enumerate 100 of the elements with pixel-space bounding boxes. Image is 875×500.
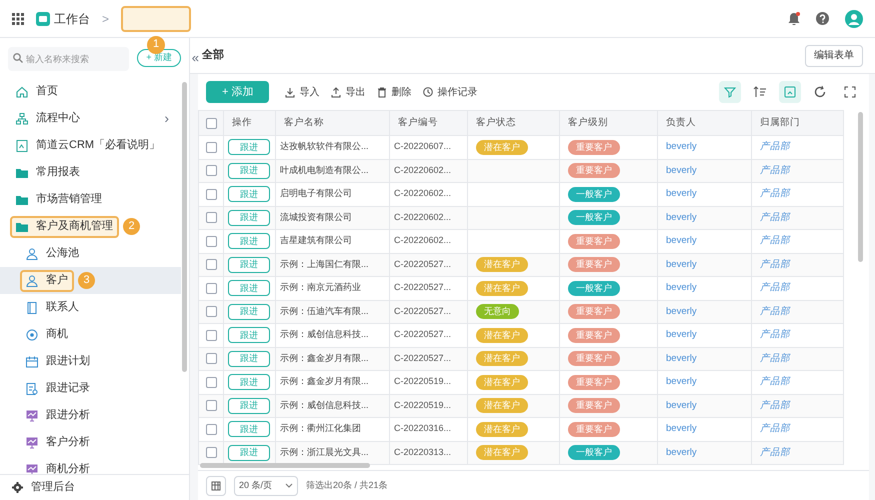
department-link[interactable]: 产品部 [760,352,790,364]
export-icon [331,86,342,98]
follow-up-button[interactable]: 跟进 [228,139,270,156]
new-button[interactable]: + 新建 [137,49,181,67]
sidebar-item[interactable]: 跟进记录 [20,378,96,400]
department-link[interactable]: 产品部 [760,212,790,223]
follow-up-button[interactable]: 跟进 [228,280,270,296]
follow-up-button[interactable]: 跟进 [228,233,270,250]
owner-link[interactable]: beverly [666,235,697,246]
department-link[interactable]: 产品部 [760,423,790,434]
sidebar-item[interactable]: 跟进分析 [20,404,96,426]
row-checkbox[interactable] [206,306,216,318]
sidebar-item[interactable]: 客户 [20,270,74,292]
owner-link[interactable]: beverly [666,446,697,458]
department-link[interactable]: 产品部 [760,282,790,294]
table-cell: 示例：浙江晨光文具... [280,446,369,457]
sidebar-item[interactable]: 常用报表 [10,162,86,184]
row-checkbox[interactable] [206,212,216,224]
sidebar-item[interactable]: 首页 [10,80,64,102]
owner-link[interactable]: beverly [666,376,697,388]
sidebar-item[interactable]: 公海池 [20,242,85,264]
owner-link[interactable]: beverly [666,306,697,317]
callout-badge: 1 [147,36,166,54]
row-checkbox[interactable] [206,236,216,247]
department-link[interactable]: 产品部 [760,235,790,246]
owner-link[interactable]: beverly [666,282,697,294]
collapse-button[interactable]: « [192,48,199,68]
workspace-link[interactable]: 工作台 [54,10,90,28]
export-button[interactable]: 导出 [331,84,366,100]
owner-link[interactable]: beverly [666,423,697,434]
page-size-select[interactable]: 20 条/页 [234,476,298,496]
row-checkbox[interactable] [206,188,216,200]
department-link[interactable]: 产品部 [760,329,790,340]
sidebar-item[interactable]: 商机分析 [20,458,96,474]
import-button[interactable]: 导入 [285,84,320,100]
history-button[interactable]: 操作记录 [423,84,478,100]
department-link[interactable]: 产品部 [760,141,790,152]
follow-up-button[interactable]: 跟进 [228,444,270,461]
owner-link[interactable]: beverly [666,400,697,411]
owner-link[interactable]: beverly [666,141,697,152]
department-link[interactable]: 产品部 [760,400,790,411]
department-link[interactable]: 产品部 [760,306,790,317]
follow-up-button[interactable]: 跟进 [228,162,270,179]
sidebar-item[interactable]: 客户及商机管理 [10,216,119,238]
admin-link[interactable]: 管理后台 [31,479,75,496]
table-cell: 示例：伍迪汽车有限... [280,306,369,316]
follow-up-button[interactable]: 跟进 [228,398,270,414]
row-checkbox[interactable] [206,282,216,294]
department-link[interactable]: 产品部 [760,188,790,200]
follow-up-button[interactable]: 跟进 [228,327,270,344]
follow-up-button[interactable]: 跟进 [228,186,270,202]
follow-up-button[interactable]: 跟进 [228,374,270,390]
row-checkbox[interactable] [206,400,216,412]
row-checkbox[interactable] [206,165,216,176]
row-checkbox[interactable] [206,142,216,153]
search-icon [13,53,23,63]
owner-link[interactable]: beverly [666,164,697,176]
sidebar-item[interactable]: 简道云CRM「必看说明」 [10,134,166,156]
row-checkbox[interactable] [206,447,216,458]
follow-up-button[interactable]: 跟进 [228,421,270,438]
sidebar-item[interactable]: 商机 [20,324,74,346]
row-checkbox[interactable] [206,259,216,270]
table-cell: 示例：衢州江化集团 [280,423,361,434]
edit-form-button[interactable]: 编辑表单 [805,44,863,66]
chart-monitor-icon [26,410,38,422]
table-cell: C-20220519... [394,400,452,410]
sidebar-item[interactable]: 跟进计划 [20,350,96,372]
sidebar-item[interactable]: 客户分析 [20,432,96,454]
department-link[interactable]: 产品部 [760,258,790,270]
department-link[interactable]: 产品部 [760,446,790,458]
owner-link[interactable]: beverly [666,212,697,223]
view-button[interactable] [779,81,801,103]
row-checkbox[interactable] [206,424,216,435]
add-button[interactable]: + 添加 [206,81,270,103]
search-field[interactable]: 输入名称来搜索 [8,47,130,71]
row-checkbox[interactable] [206,376,216,388]
level-tag: 一般客户 [568,280,620,296]
follow-up-button[interactable]: 跟进 [228,350,270,367]
sidebar-item[interactable]: 流程中心 [10,108,86,130]
owner-link[interactable]: beverly [666,352,697,364]
follow-up-button[interactable]: 跟进 [228,304,270,320]
delete-icon [377,86,388,98]
select-all-checkbox[interactable] [206,118,216,128]
filter-button[interactable] [719,81,741,103]
department-link[interactable]: 产品部 [760,376,790,388]
owner-link[interactable]: beverly [666,329,697,340]
sidebar-item[interactable]: 联系人 [20,296,85,318]
owner-link[interactable]: beverly [666,258,697,270]
department-link[interactable]: 产品部 [760,164,790,176]
table-cell: C-20220313... [394,446,452,457]
sidebar-item[interactable]: 市场营销管理 [10,188,108,210]
panel-view-icon [783,85,797,99]
owner-link[interactable]: beverly [666,188,697,200]
follow-up-button[interactable]: 跟进 [228,210,270,226]
level-tag: 重要客户 [568,398,620,414]
row-checkbox[interactable] [206,330,216,341]
row-checkbox[interactable] [206,353,216,364]
delete-button[interactable]: 删除 [377,84,412,100]
follow-up-button[interactable]: 跟进 [228,256,270,273]
grid-view-button[interactable] [206,476,226,496]
